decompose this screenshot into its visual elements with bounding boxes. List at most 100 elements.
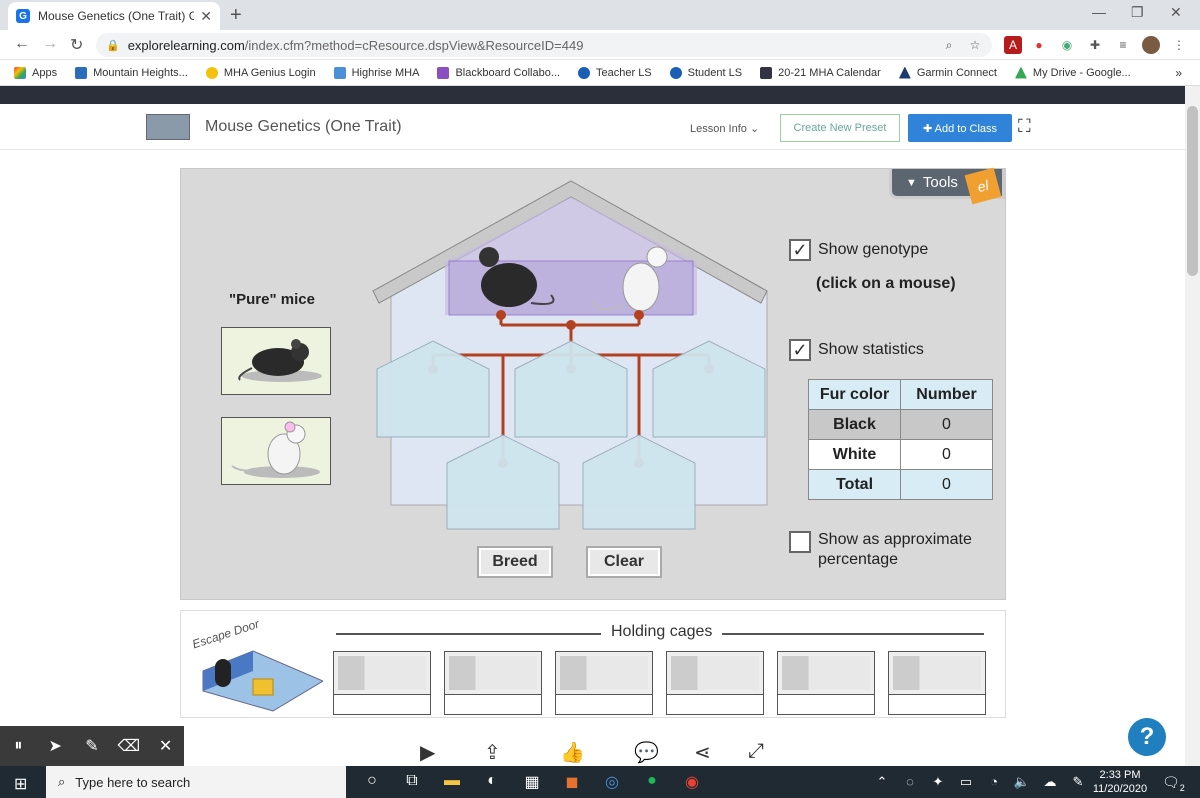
tray-app-icon[interactable]: ◌: [896, 774, 924, 790]
genotype-hint: (click on a mouse): [816, 275, 956, 292]
browser-toolbar: ← → ↻ 🔒 explorelearning.com /index.cfm?m…: [0, 30, 1200, 60]
chevron-up-icon[interactable]: ⌃: [868, 774, 896, 790]
bookmark-favicon-icon: [898, 66, 911, 79]
wifi-icon[interactable]: ◔: [980, 774, 1008, 790]
pen-tray-icon[interactable]: ✎: [1064, 774, 1092, 790]
pure-black-mouse[interactable]: [221, 327, 331, 395]
chrome-icon[interactable]: ◉: [672, 772, 712, 792]
bookmark-item[interactable]: MHA Genius Login: [205, 66, 316, 79]
bookmark-item[interactable]: My Drive - Google...: [1014, 66, 1131, 79]
browser-menu-icon[interactable]: ⋮: [1170, 36, 1188, 54]
holding-cage[interactable]: [888, 651, 986, 715]
windows-start-icon[interactable]: ⊞: [14, 774, 27, 794]
bookmark-item[interactable]: Mountain Heights...: [75, 66, 188, 79]
escape-door[interactable]: [193, 641, 323, 717]
table-header: Number: [900, 379, 993, 410]
comment-icon[interactable]: 💬: [634, 740, 659, 765]
bookmark-item[interactable]: Garmin Connect: [898, 66, 997, 79]
window-close-button[interactable]: ✕: [1170, 4, 1182, 21]
bookmark-item[interactable]: Highrise MHA: [333, 66, 419, 79]
black-mouse-icon: [238, 339, 322, 382]
pure-mice-title: "Pure" mice: [229, 291, 315, 308]
holding-cage[interactable]: [444, 651, 542, 715]
task-view-icon[interactable]: ⧉: [392, 772, 432, 792]
thumbs-up-icon[interactable]: 👍: [560, 740, 585, 765]
pure-white-mouse[interactable]: [221, 417, 331, 485]
show-percentage-checkbox[interactable]: [789, 531, 811, 553]
scrollbar-thumb[interactable]: [1187, 106, 1198, 276]
bookmark-item[interactable]: Apps: [14, 66, 57, 79]
share-icon[interactable]: ⋖: [694, 740, 711, 765]
reading-list-icon[interactable]: ≡: [1114, 36, 1132, 54]
taskbar-search[interactable]: ⌕ Type here to search: [46, 766, 346, 798]
page-scrollbar[interactable]: [1185, 86, 1200, 766]
app-icon[interactable]: ◎: [592, 772, 632, 792]
play-icon[interactable]: ▶: [420, 740, 435, 765]
create-preset-button[interactable]: Create New Preset: [780, 114, 900, 142]
bookmark-item[interactable]: 20-21 MHA Calendar: [760, 66, 881, 79]
extensions-puzzle-icon[interactable]: ✚: [1086, 36, 1104, 54]
app-icon[interactable]: ◼: [552, 772, 592, 792]
volume-icon[interactable]: 🔈: [1008, 774, 1036, 790]
holding-cage[interactable]: [555, 651, 653, 715]
export-icon[interactable]: ⇪: [484, 740, 501, 765]
taskbar-clock[interactable]: 2:33 PM 11/20/2020: [1090, 768, 1150, 796]
expand-icon[interactable]: ⤢: [748, 740, 764, 763]
bookmarks-overflow-icon[interactable]: »: [1175, 66, 1182, 80]
table-cell: 0: [900, 469, 993, 500]
eraser-icon[interactable]: ⌫: [110, 736, 147, 756]
minimize-button[interactable]: —: [1092, 4, 1106, 20]
file-explorer-icon[interactable]: ▬: [432, 772, 472, 792]
lesson-info-dropdown[interactable]: Lesson Info ⌄: [690, 122, 759, 135]
tab-title: Mouse Genetics (One Trait) Gizmo: [38, 9, 195, 23]
extension-green-icon[interactable]: ◉: [1058, 36, 1076, 54]
close-icon[interactable]: ✕: [147, 736, 184, 756]
notifications-icon[interactable]: 🗨2: [1162, 774, 1185, 793]
clear-button[interactable]: Clear: [586, 546, 662, 578]
holding-cage[interactable]: [333, 651, 431, 715]
zoom-icon[interactable]: ⌕: [940, 36, 958, 54]
bookmark-item[interactable]: Student LS: [669, 66, 742, 79]
app-icon[interactable]: ◐: [472, 772, 512, 792]
bookmark-item[interactable]: Teacher LS: [578, 66, 652, 79]
show-statistics-checkbox[interactable]: ✓: [789, 339, 811, 361]
spotify-icon[interactable]: ●: [632, 772, 672, 792]
help-button[interactable]: ?: [1128, 718, 1166, 756]
bookmark-star-icon[interactable]: ☆: [966, 36, 984, 54]
pen-icon[interactable]: ✎: [74, 736, 111, 756]
new-tab-button[interactable]: +: [230, 4, 242, 27]
calculator-icon[interactable]: ▦: [512, 772, 552, 792]
acrobat-extension-icon[interactable]: A: [1004, 36, 1022, 54]
tools-button[interactable]: ▼ Tools el: [889, 167, 1005, 205]
close-tab-icon[interactable]: ✕: [200, 8, 212, 25]
maximize-button[interactable]: ❐: [1131, 4, 1144, 21]
cortana-icon[interactable]: ○: [352, 772, 392, 792]
battery-icon[interactable]: ▭: [952, 774, 980, 790]
bookmark-favicon-icon: [760, 66, 773, 79]
extension-red-icon[interactable]: ●: [1030, 36, 1048, 54]
reload-button[interactable]: ↻: [70, 35, 83, 55]
onedrive-icon[interactable]: ☁: [1036, 774, 1064, 790]
pointer-icon[interactable]: ➤: [37, 736, 74, 756]
holding-cage[interactable]: [777, 651, 875, 715]
breed-button[interactable]: Breed: [477, 546, 553, 578]
back-button[interactable]: ←: [14, 35, 30, 53]
show-genotype-checkbox[interactable]: ✓: [789, 239, 811, 261]
table-row: White 0: [808, 439, 993, 470]
fullscreen-icon[interactable]: ⛶: [1018, 116, 1031, 137]
holding-cage[interactable]: [666, 651, 764, 715]
address-bar[interactable]: 🔒 explorelearning.com /index.cfm?method=…: [96, 33, 992, 57]
clock-time: 2:33 PM: [1099, 769, 1141, 781]
holding-cages-panel: Escape Door Holding cages: [180, 610, 1006, 718]
pause-icon[interactable]: ⏸: [0, 737, 37, 755]
browser-tab[interactable]: G Mouse Genetics (One Trait) Gizmo ✕: [8, 2, 220, 30]
add-to-class-button[interactable]: ✚ Add to Class: [908, 114, 1012, 142]
table-cell: Black: [808, 409, 901, 440]
forward-button[interactable]: →: [42, 35, 58, 53]
bookmark-item[interactable]: Blackboard Collabo...: [437, 66, 560, 79]
show-percentage-label-2: percentage: [818, 551, 899, 568]
profile-avatar[interactable]: [1142, 36, 1160, 54]
tray-app-icon[interactable]: ✦: [924, 774, 952, 790]
table-cell: 0: [900, 409, 993, 440]
show-genotype-label: Show genotype: [818, 241, 929, 258]
